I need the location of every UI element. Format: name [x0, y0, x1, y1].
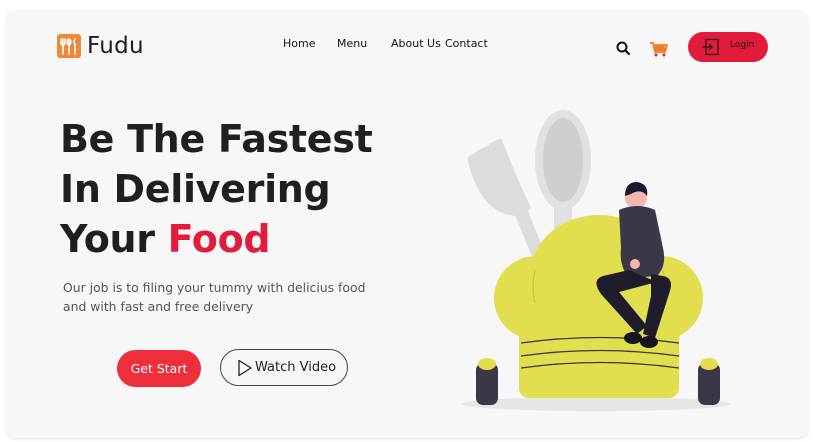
cart-icon[interactable] — [648, 40, 670, 58]
nav-item-menu[interactable]: Menu — [337, 37, 367, 50]
hero-title-line-1: Be The Fastest — [60, 117, 373, 161]
login-icon — [702, 38, 720, 56]
hero-title-highlight: Food — [167, 217, 271, 261]
nav-item-home[interactable]: Home — [283, 37, 315, 50]
login-button[interactable]: Login — [688, 32, 768, 62]
login-label: Login — [730, 40, 755, 50]
hero-subtitle: Our job is to filing your tummy with del… — [63, 278, 373, 316]
hero-title: Be The Fastest In Delivering Your Food — [60, 114, 373, 264]
nav-item-contact[interactable]: Contact — [445, 37, 488, 50]
watch-video-label: Watch Video — [255, 360, 337, 375]
hero-title-line-2: In Delivering — [60, 167, 331, 211]
play-icon — [238, 359, 252, 376]
watch-video-button[interactable]: Watch Video — [220, 349, 348, 386]
hero-subtitle-line-1: Our job is to filing your tummy with del… — [63, 280, 366, 295]
search-icon[interactable] — [615, 40, 633, 58]
landing-page: Fudu Home Menu About Us Contact Login Be… — [6, 10, 808, 438]
hero-title-line-3-prefix: Your — [60, 217, 168, 261]
chef-hat-illustration — [451, 98, 741, 418]
nav-item-about-us[interactable]: About Us — [391, 37, 441, 50]
get-start-button[interactable]: Get Start — [117, 350, 201, 387]
hero-subtitle-line-2: and with fast and free delivery — [63, 299, 254, 314]
